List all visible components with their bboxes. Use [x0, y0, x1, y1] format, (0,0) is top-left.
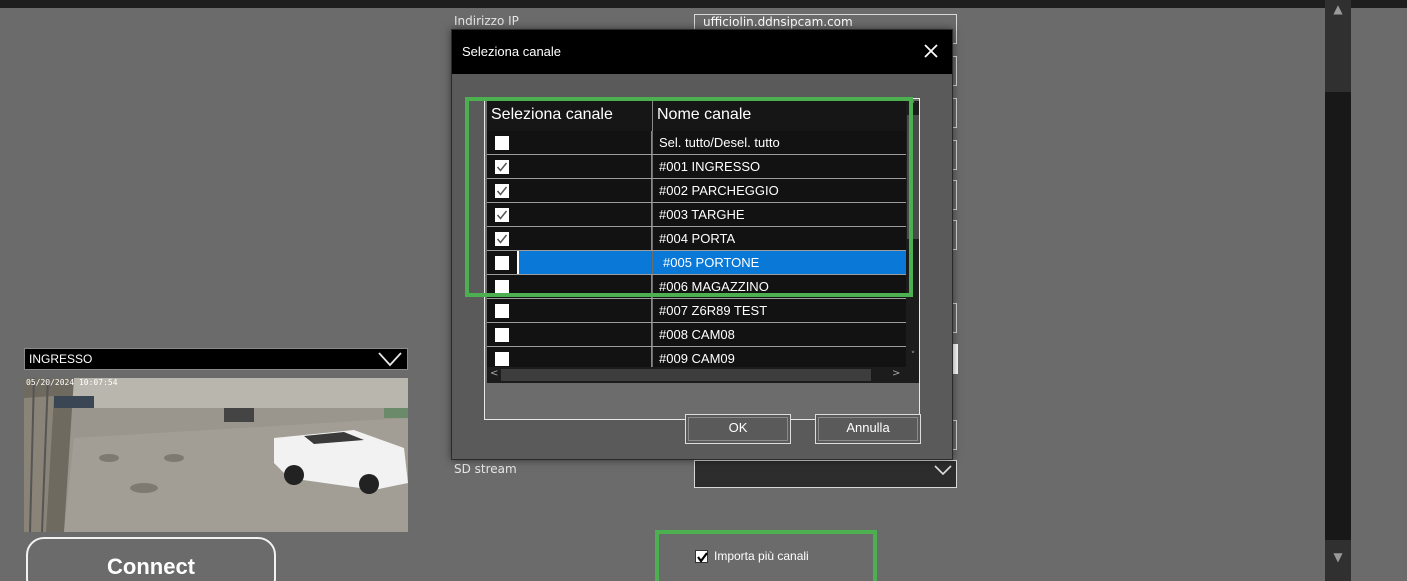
- channel-name-cell[interactable]: #009 CAM09: [653, 347, 906, 367]
- checkmark-icon: [697, 551, 708, 563]
- cancel-button[interactable]: Annulla: [815, 414, 921, 444]
- dialog-title-bar: Seleziona canale: [452, 30, 952, 74]
- scroll-right-icon[interactable]: >: [892, 368, 900, 379]
- connect-button[interactable]: Connect: [26, 537, 276, 581]
- chevron-down-icon: [934, 465, 952, 476]
- channel-name-cell[interactable]: #007 Z6R89 TEST: [653, 299, 906, 322]
- channel-select-cell[interactable]: [487, 347, 652, 367]
- chevron-down-icon: [378, 352, 402, 367]
- ip-label: Indirizzo IP: [454, 14, 519, 28]
- camera-select-value: INGRESSO: [29, 352, 93, 366]
- grid-horizontal-scrollbar[interactable]: < >: [487, 367, 906, 383]
- channel-row[interactable]: #009 CAM09: [487, 347, 906, 367]
- import-multi-check[interactable]: [695, 549, 708, 563]
- ip-value: ufficiolin.ddnsipcam.com: [703, 15, 853, 29]
- grid-hscroll-thumb[interactable]: [501, 369, 871, 381]
- channel-name-cell[interactable]: #008 CAM08: [653, 323, 906, 346]
- scroll-down-icon[interactable]: ˅: [907, 351, 919, 361]
- channel-select-cell[interactable]: [487, 323, 652, 346]
- timestamp-overlay: 05/20/2024 10:07:54: [26, 378, 118, 387]
- page-scrollbar[interactable]: ▲ ▼: [1325, 0, 1351, 581]
- scroll-up-icon[interactable]: ▲: [1331, 2, 1345, 16]
- close-icon[interactable]: [922, 42, 940, 60]
- scrollbar-thumb[interactable]: [1325, 92, 1351, 540]
- channel-select-cell[interactable]: [487, 299, 652, 322]
- camera-select[interactable]: INGRESSO: [24, 348, 408, 370]
- highlight-frame-grid: [465, 97, 913, 297]
- channel-checkbox[interactable]: [495, 328, 509, 342]
- sd-stream-select[interactable]: [694, 460, 957, 488]
- grid-corner: [906, 367, 919, 383]
- sd-stream-label: SD stream: [454, 462, 517, 476]
- channel-row[interactable]: #007 Z6R89 TEST: [487, 299, 906, 323]
- camera-preview-image: 05/20/2024 10:07:54: [24, 378, 408, 532]
- channel-row[interactable]: #008 CAM08: [487, 323, 906, 347]
- scroll-down-icon[interactable]: ▼: [1331, 550, 1345, 564]
- ok-button[interactable]: OK: [685, 414, 791, 444]
- scroll-left-icon[interactable]: <: [490, 368, 498, 379]
- top-strip: [0, 0, 1407, 8]
- channel-checkbox[interactable]: [495, 352, 509, 366]
- import-multi-checkbox[interactable]: Importa più canali: [695, 549, 809, 563]
- channel-checkbox[interactable]: [495, 304, 509, 318]
- dialog-title: Seleziona canale: [462, 44, 562, 59]
- import-multi-label: Importa più canali: [714, 549, 809, 563]
